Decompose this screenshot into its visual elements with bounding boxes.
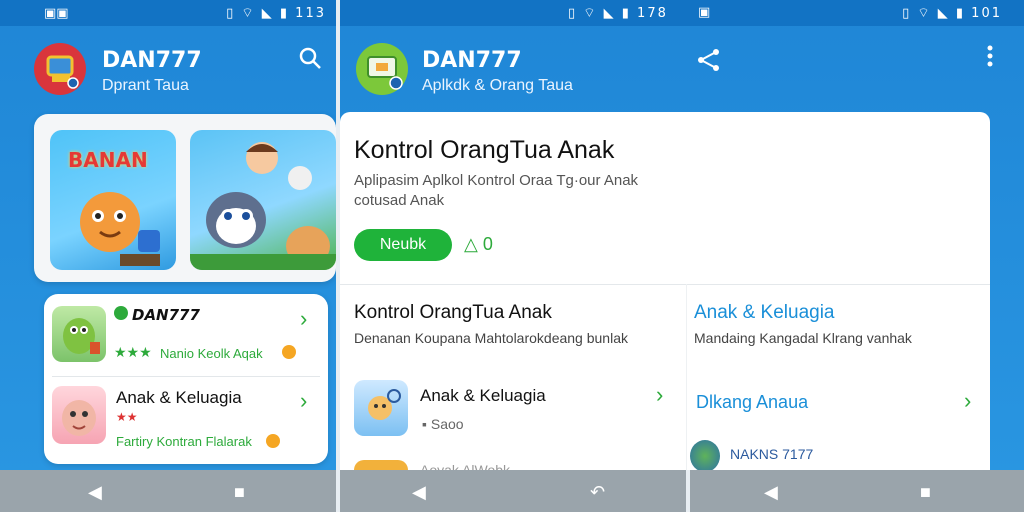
list-item-subtitle: ▪ Saoo bbox=[422, 416, 464, 432]
search-icon[interactable] bbox=[298, 46, 322, 75]
status-notifications: ▣▣ bbox=[44, 6, 69, 21]
status-icons: ▯ ⌔ ◣ ▮ 113 bbox=[226, 6, 326, 21]
hero-title: Kontrol OrangTua Anak bbox=[354, 136, 615, 164]
app-logo bbox=[356, 43, 408, 95]
section-title-secondary: Anak & Keluagia bbox=[694, 302, 835, 323]
bottom-app-label: NAKNS 7177 bbox=[730, 446, 814, 462]
star-rating: ★★★ bbox=[114, 344, 152, 360]
hero-description: Aplipasim Aplkol Kontrol Oraa Tg·our Ana… bbox=[354, 172, 639, 189]
app-title: DAN777 bbox=[102, 48, 202, 73]
more-options-icon[interactable] bbox=[986, 44, 994, 73]
hero-description-2: cotusad Anak bbox=[354, 192, 445, 209]
section-description: Denanan Koupana Mahtolarokdeang bunlak bbox=[354, 330, 628, 346]
nav-bar: ◀ ↶ bbox=[340, 470, 686, 512]
undo-icon[interactable]: ↶ bbox=[590, 482, 605, 503]
section-title: Kontrol OrangTua Anak bbox=[354, 302, 552, 323]
dino-app-icon bbox=[52, 306, 106, 362]
like-count: 0 bbox=[482, 234, 493, 254]
back-icon[interactable]: ◀ bbox=[764, 482, 778, 503]
status-icons: ▯ ⌔ ◣ ▮ 178 bbox=[568, 6, 668, 21]
list-item-title: Anak & Keluagia bbox=[116, 388, 242, 407]
link-label: Dlkang Anaua bbox=[696, 392, 809, 412]
nav-bar: ◀ ■ bbox=[0, 470, 336, 512]
home-icon[interactable]: ■ bbox=[234, 482, 245, 503]
kids-character-icon bbox=[190, 142, 336, 270]
app-subtitle: Dprant Taua bbox=[102, 77, 189, 94]
screen-right: ▯ ⌔ ◣ ▮ 178 ▣ ▯ ⌔ ◣ ▮ 101 DAN777 Aplkdk … bbox=[340, 0, 1024, 512]
list-item[interactable]: Anak & Keluagia ▪ Saoo › bbox=[340, 372, 686, 448]
share-icon[interactable] bbox=[696, 48, 722, 77]
like-button[interactable]: △ 0 bbox=[464, 234, 493, 255]
link-row[interactable]: Dlkang Anaua › bbox=[694, 386, 990, 426]
home-icon[interactable]: ■ bbox=[920, 482, 931, 503]
globe-icon bbox=[690, 440, 720, 472]
column-divider bbox=[686, 284, 687, 472]
status-notifications: ▣ bbox=[698, 5, 711, 20]
app-logo bbox=[34, 43, 86, 95]
back-icon[interactable]: ◀ bbox=[412, 482, 426, 503]
install-button[interactable]: Neubk bbox=[354, 229, 452, 261]
star-rating: ★★ bbox=[116, 410, 138, 424]
cat-app-icon bbox=[52, 386, 106, 444]
chevron-right-icon[interactable]: › bbox=[300, 388, 307, 414]
chevron-right-icon[interactable]: › bbox=[656, 382, 663, 408]
verified-badge-icon bbox=[114, 306, 128, 320]
emoji-badge-icon bbox=[282, 345, 296, 359]
status-icons-secondary: ▯ ⌔ ◣ ▮ 101 bbox=[902, 6, 1002, 21]
list-item-title: Anak & Keluagia bbox=[420, 386, 546, 405]
kids-app-icon bbox=[354, 380, 408, 436]
game-thumbnail-cat[interactable]: BANAN bbox=[50, 130, 176, 270]
list-divider bbox=[52, 376, 320, 377]
chevron-right-icon[interactable]: › bbox=[964, 388, 971, 414]
app-title: DAN777 bbox=[422, 48, 522, 73]
status-bar: ▣▣ ▯ ⌔ ◣ ▮ 113 bbox=[0, 0, 336, 26]
game-thumbnail-kids[interactable] bbox=[190, 130, 336, 270]
list-item-subtitle: Nanio Keolk Aqak bbox=[160, 346, 263, 361]
section-divider bbox=[340, 284, 990, 285]
screen-left: ▣▣ ▯ ⌔ ◣ ▮ 113 DAN777 Dprant Taua BANAN bbox=[0, 0, 336, 512]
list-item[interactable]: Anak & Keluagia ★★ Fartiry Kontran Flala… bbox=[44, 378, 328, 460]
thumbs-up-icon: △ bbox=[464, 234, 478, 254]
back-icon[interactable]: ◀ bbox=[88, 482, 102, 503]
app-logo-icon bbox=[367, 56, 403, 90]
app-logo-icon bbox=[46, 55, 79, 89]
tag-icon: ▪ bbox=[422, 416, 431, 432]
section-description-secondary: Mandaing Kangadal Klrang vanhak bbox=[694, 330, 912, 346]
list-item[interactable]: DAN777 ★★★ Nanio Keolk Aqak › bbox=[44, 294, 328, 376]
cat-character-icon bbox=[80, 192, 160, 266]
nav-bar-secondary: ◀ ■ bbox=[690, 470, 1024, 512]
status-bar: ▯ ⌔ ◣ ▮ 178 ▣ ▯ ⌔ ◣ ▮ 101 bbox=[340, 0, 1024, 26]
list-item-title: DAN777 bbox=[132, 306, 200, 324]
emoji-badge-icon bbox=[266, 434, 280, 448]
chevron-right-icon[interactable]: › bbox=[300, 306, 307, 332]
app-subtitle: Aplkdk & Orang Taua bbox=[422, 77, 573, 94]
list-item-subtitle: Fartiry Kontran Flalarak bbox=[116, 434, 252, 449]
